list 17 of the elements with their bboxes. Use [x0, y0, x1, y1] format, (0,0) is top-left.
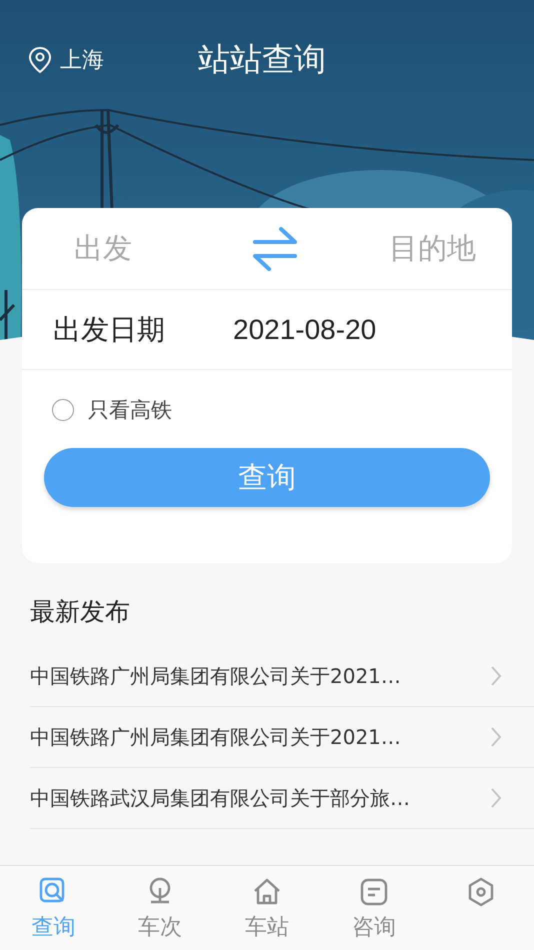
tab[interactable]: 咨询 [334, 866, 414, 950]
date-label: 出发日期 [53, 312, 166, 348]
news-link[interactable]: 中国铁路武汉局集团有限公司关于部分旅… [30, 784, 410, 812]
date-field[interactable]: 2021-08-20 [233, 314, 376, 346]
filter-label: 只看高铁 [88, 397, 172, 424]
search-button[interactable]: 查询 [44, 448, 490, 507]
news-link[interactable]: 中国铁路广州局集团有限公司关于2021… [30, 662, 401, 690]
departure-field[interactable]: 出发 [74, 228, 194, 268]
tab[interactable]: 车次 [120, 866, 200, 950]
tab[interactable]: 查询 [13, 866, 94, 950]
page-title: 站站查询 [198, 39, 326, 80]
tab[interactable]: 车站 [226, 866, 307, 950]
section-title: 最新发布 [30, 596, 131, 628]
news-link[interactable]: 中国铁路广州局集团有限公司关于2021… [30, 724, 401, 750]
city-name: 上海 [60, 47, 104, 75]
location-button[interactable]: 上海 [28, 45, 198, 75]
destination-field[interactable]: 目的地 [356, 228, 476, 268]
